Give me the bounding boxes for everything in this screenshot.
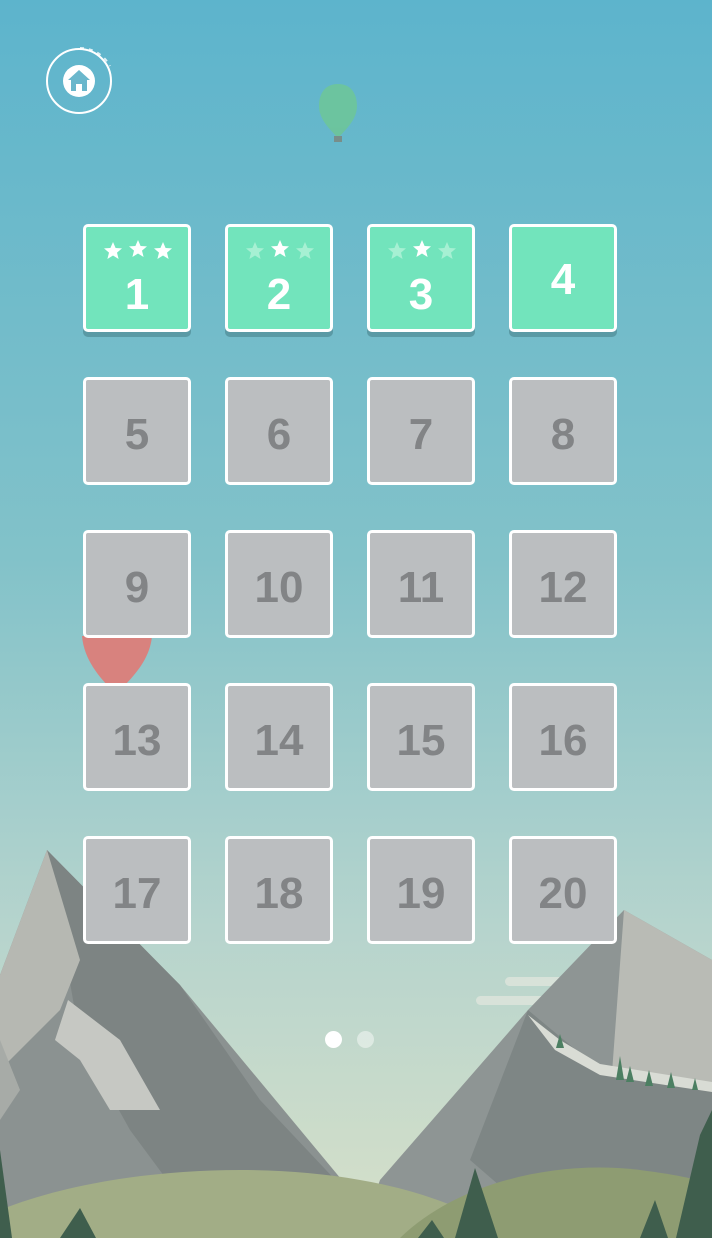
level-number: 15 (396, 716, 446, 765)
level-tile-9[interactable]: 9 (83, 530, 191, 638)
level-stars (86, 239, 188, 263)
star-filled-icon (413, 240, 431, 257)
star-filled-icon (129, 240, 147, 257)
star-filled-icon (104, 242, 122, 259)
level-tile-6[interactable]: 6 (225, 377, 333, 485)
page-dot[interactable] (357, 1031, 374, 1048)
level-stars (228, 239, 330, 263)
level-number: 11 (397, 563, 445, 612)
level-number: 4 (550, 255, 576, 304)
level-number: 7 (408, 410, 434, 459)
level-number: 5 (124, 410, 150, 459)
level-tile-19[interactable]: 19 (367, 836, 475, 944)
level-tile-13[interactable]: 13 (83, 683, 191, 791)
level-tile-15[interactable]: 15 (367, 683, 475, 791)
level-stars (370, 239, 472, 263)
level-number: 10 (254, 563, 304, 612)
level-number: 12 (538, 563, 588, 612)
level-tile-16[interactable]: 16 (509, 683, 617, 791)
level-number: 14 (254, 716, 304, 765)
level-tile-4[interactable]: 4 (509, 224, 617, 332)
star-empty-icon (388, 242, 406, 259)
star-filled-icon (154, 242, 172, 259)
level-select-screen: 1 2 3 4 5 6 7 8 9 10 11 12 13 14 15 16 17 18 19 20 (0, 0, 712, 1238)
level-tile-17[interactable]: 17 (83, 836, 191, 944)
level-number: 6 (266, 410, 292, 459)
star-empty-icon (438, 242, 456, 259)
level-tile-3[interactable]: 3 (367, 224, 475, 332)
level-tile-7[interactable]: 7 (367, 377, 475, 485)
level-number: 2 (266, 270, 292, 319)
level-number: 3 (408, 270, 434, 319)
star-empty-icon (246, 242, 264, 259)
level-number: 1 (124, 270, 150, 319)
level-number: 16 (538, 716, 588, 765)
level-tile-1[interactable]: 1 (83, 224, 191, 332)
level-number: 18 (254, 869, 304, 918)
level-number: 20 (538, 869, 588, 918)
level-tile-18[interactable]: 18 (225, 836, 333, 944)
star-filled-icon (271, 240, 289, 257)
level-tile-10[interactable]: 10 (225, 530, 333, 638)
level-tile-8[interactable]: 8 (509, 377, 617, 485)
level-tile-14[interactable]: 14 (225, 683, 333, 791)
home-button[interactable] (46, 48, 112, 114)
level-tile-11[interactable]: 11 (367, 530, 475, 638)
level-number: 8 (550, 410, 576, 459)
level-number: 13 (112, 716, 162, 765)
level-tile-20[interactable]: 20 (509, 836, 617, 944)
star-empty-icon (296, 242, 314, 259)
level-number: 17 (112, 869, 162, 918)
level-number: 19 (396, 869, 446, 918)
level-tile-2[interactable]: 2 (225, 224, 333, 332)
level-number: 9 (124, 563, 150, 612)
level-tile-5[interactable]: 5 (83, 377, 191, 485)
page-dot-active[interactable] (325, 1031, 342, 1048)
level-tile-12[interactable]: 12 (509, 530, 617, 638)
